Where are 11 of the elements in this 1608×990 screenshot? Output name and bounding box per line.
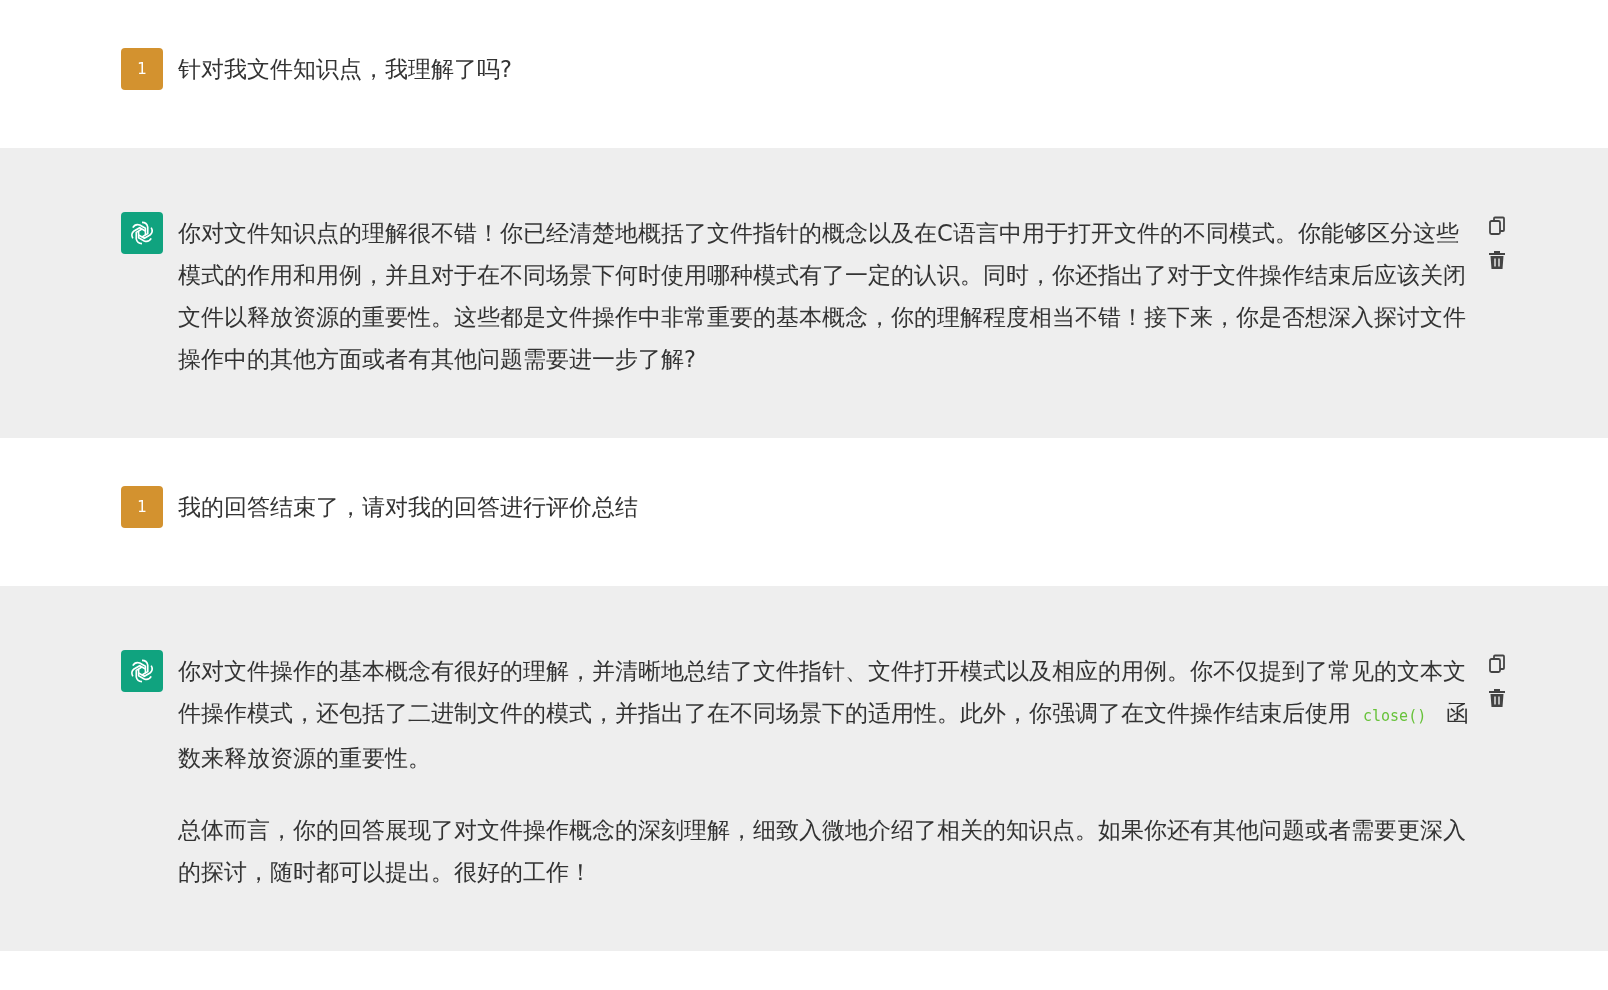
message-text: 你对文件知识点的理解很不错！你已经清楚地概括了文件指针的概念以及在C语言中用于打开文件的不同模式。你能够区分这些模式的作用和用例，并且对于在不同场景下何时使用哪种模式有了一定的认识。同时，你还指出了对于文件操作结束后应该关闭文件以释放资源的重要性。这些都是文件操作中非常重要的基本概念，你的理解程度相当不错！接下来，你是否想深入探讨文件操作中的其他方面或者有其他问题需要进一步了解?: [178, 219, 1467, 374]
message-text: 总体而言，你的回答展现了对文件操作概念的深刻理解，细致入微地介绍了相关的知识点。如果你还有其他问题或者需要更深入的探讨，随时都可以提出。很好的工作！: [178, 816, 1467, 887]
copy-icon[interactable]: [1488, 654, 1506, 674]
trash-icon[interactable]: [1488, 250, 1506, 270]
trash-icon[interactable]: [1488, 688, 1506, 708]
message-text: 我的回答结束了，请对我的回答进行评价总结: [178, 493, 639, 522]
message-text: 针对我文件知识点，我理解了吗?: [178, 55, 513, 84]
message-text: 你对文件操作的基本概念有很好的理解，并清晰地总结了文件指针、文件打开模式以及相应的用例。你不仅提到了常见的文本文件操作模式，还包括了二进制文件的模式，并指出了在不同场景下的适用性。此外，你强调了在文件操作结束后使用 close() 函数来释放资源的重要性。: [178, 657, 1471, 773]
user-avatar: 1: [121, 486, 163, 528]
user-avatar: 1: [121, 48, 163, 90]
copy-icon[interactable]: [1488, 216, 1506, 236]
